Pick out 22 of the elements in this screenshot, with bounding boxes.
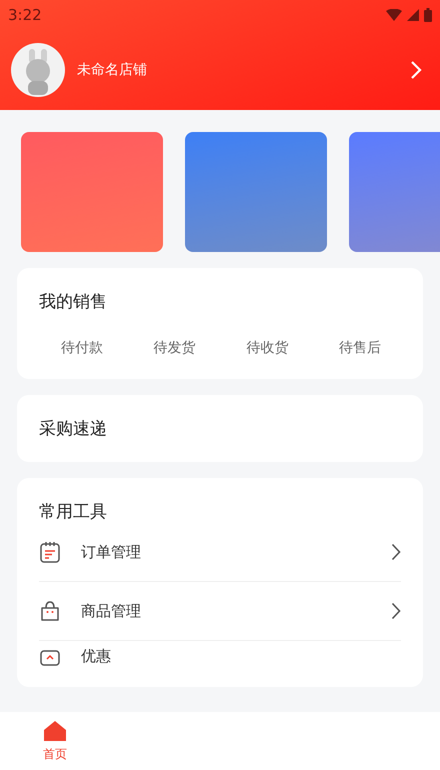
section-title: 我的销售 <box>39 291 108 313</box>
menu-item[interactable]: 订单管理 <box>81 542 391 562</box>
home-icon <box>43 720 67 742</box>
chevron-right-icon[interactable] <box>391 602 401 620</box>
chevron-right-icon[interactable] <box>391 543 401 561</box>
order-status-link[interactable]: 待收货 <box>246 339 288 357</box>
wifi-icon <box>386 9 402 21</box>
notepad-icon <box>39 541 61 563</box>
menu-item[interactable]: 商品管理 <box>81 602 391 620</box>
avatar-icon[interactable] <box>11 43 65 97</box>
nav-tab[interactable]: 首页 <box>0 712 110 770</box>
signal-icon <box>407 9 419 21</box>
order-status-link[interactable]: 待付款 <box>61 339 103 357</box>
order-status-link[interactable]: 待售后 <box>338 339 381 357</box>
battery-icon <box>424 8 432 22</box>
status-time: 3:22 <box>8 6 42 24</box>
menu-item[interactable]: 优惠 <box>81 647 401 666</box>
bag-icon <box>39 600 61 622</box>
order-status-link[interactable]: 待发货 <box>154 339 196 357</box>
section-title: 常用工具 <box>39 501 108 523</box>
shop-name: 未命名店铺 <box>77 61 148 79</box>
section-title: 采购速递 <box>39 418 108 440</box>
